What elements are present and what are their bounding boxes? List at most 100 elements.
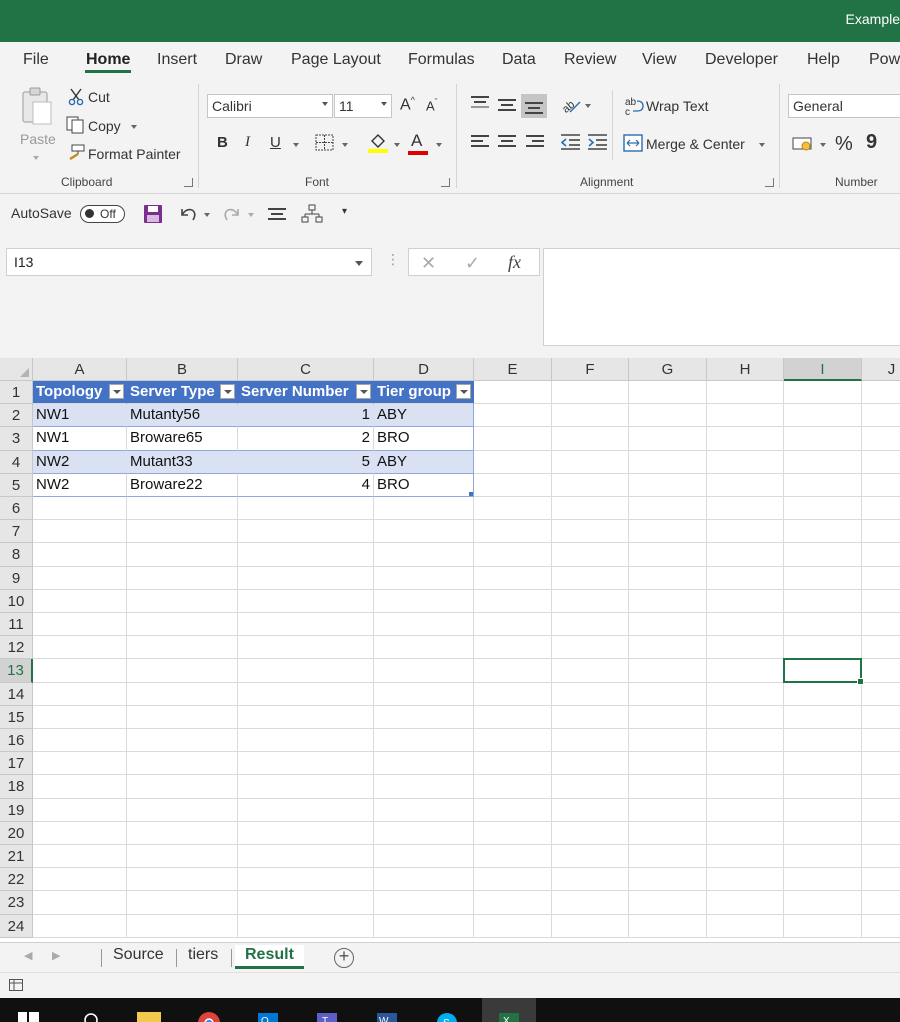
cell-g22[interactable] xyxy=(629,868,707,892)
underline-dropdown-icon[interactable] xyxy=(293,143,299,147)
cell-a21[interactable] xyxy=(33,845,127,869)
cell-d12[interactable] xyxy=(374,636,474,660)
comma-style-button[interactable]: 9 xyxy=(866,132,877,152)
cell-g16[interactable] xyxy=(629,729,707,753)
align-left-icon[interactable] xyxy=(471,135,489,149)
cell-i17[interactable] xyxy=(784,752,862,776)
cell-j23[interactable] xyxy=(862,891,900,915)
cell-e23[interactable] xyxy=(474,891,552,915)
cell-h3[interactable] xyxy=(707,427,784,451)
windows-start-icon[interactable] xyxy=(16,1010,42,1022)
cell-f10[interactable] xyxy=(552,589,629,613)
cell-e16[interactable] xyxy=(474,729,552,753)
cell-e9[interactable] xyxy=(474,566,552,590)
cell-g14[interactable] xyxy=(629,682,707,706)
cell-a6[interactable] xyxy=(33,497,127,521)
cell-d14[interactable] xyxy=(374,682,474,706)
column-header-a[interactable]: A xyxy=(33,358,127,381)
redo-icon[interactable] xyxy=(222,205,242,223)
cell-e24[interactable] xyxy=(474,914,552,938)
cell-i9[interactable] xyxy=(784,566,862,590)
cell-b13[interactable] xyxy=(127,659,238,683)
cell-i22[interactable] xyxy=(784,868,862,892)
cell-c23[interactable] xyxy=(238,891,374,915)
wrap-text-button[interactable]: Wrap Text xyxy=(646,98,709,114)
cell-b10[interactable] xyxy=(127,589,238,613)
table-cell[interactable]: Broware22 xyxy=(127,473,238,497)
cell-h14[interactable] xyxy=(707,682,784,706)
cell-i10[interactable] xyxy=(784,589,862,613)
tab-review[interactable]: Review xyxy=(564,51,616,69)
cell-c12[interactable] xyxy=(238,636,374,660)
cell-j24[interactable] xyxy=(862,915,900,938)
cell-f13[interactable] xyxy=(552,659,629,683)
cell-j3[interactable] xyxy=(862,427,900,451)
filter-dropdown-icon[interactable] xyxy=(356,384,371,399)
cell-j16[interactable] xyxy=(862,729,900,753)
cell-i6[interactable] xyxy=(784,497,862,521)
number-format-dropdown[interactable]: General xyxy=(788,94,900,118)
accounting-format-icon[interactable] xyxy=(792,135,814,153)
cell-a18[interactable] xyxy=(33,775,127,799)
cell-b22[interactable] xyxy=(127,868,238,892)
cell-e19[interactable] xyxy=(474,798,552,822)
cell-h16[interactable] xyxy=(707,729,784,753)
cell-g10[interactable] xyxy=(629,589,707,613)
borders-icon[interactable] xyxy=(315,134,335,152)
cell-b24[interactable] xyxy=(127,914,238,938)
cell-a8[interactable] xyxy=(33,543,127,567)
cell-c18[interactable] xyxy=(238,775,374,799)
accounting-dropdown-icon[interactable] xyxy=(820,143,826,147)
customize-toolbar-icon[interactable]: ▾ xyxy=(342,207,347,217)
cell-g15[interactable] xyxy=(629,705,707,729)
cell-f12[interactable] xyxy=(552,636,629,660)
cell-h11[interactable] xyxy=(707,613,784,637)
row-header-18[interactable]: 18 xyxy=(0,775,33,799)
cell-f9[interactable] xyxy=(552,566,629,590)
cell-d24[interactable] xyxy=(374,914,474,938)
name-box[interactable]: I13 xyxy=(6,248,372,276)
cell-j4[interactable] xyxy=(862,451,900,474)
row-header-11[interactable]: 11 xyxy=(0,613,33,637)
cell-i14[interactable] xyxy=(784,682,862,706)
grow-font-button[interactable]: A^ xyxy=(400,96,415,113)
cell-i4[interactable] xyxy=(784,450,862,474)
bottom-align-button[interactable] xyxy=(521,94,547,118)
cell-g20[interactable] xyxy=(629,821,707,845)
cell-j14[interactable] xyxy=(862,683,900,706)
orientation-icon[interactable]: ab xyxy=(560,95,582,115)
filter-dropdown-icon[interactable] xyxy=(109,384,124,399)
cell-e11[interactable] xyxy=(474,613,552,637)
cell-b21[interactable] xyxy=(127,845,238,869)
cell-h24[interactable] xyxy=(707,914,784,938)
cell-b8[interactable] xyxy=(127,543,238,567)
cell-j1[interactable] xyxy=(862,381,900,405)
cell-g21[interactable] xyxy=(629,845,707,869)
cell-g19[interactable] xyxy=(629,798,707,822)
cell-j15[interactable] xyxy=(862,706,900,729)
cell-j12[interactable] xyxy=(862,636,900,660)
cell-j20[interactable] xyxy=(862,822,900,845)
font-launcher-icon[interactable] xyxy=(441,178,450,187)
cell-e15[interactable] xyxy=(474,705,552,729)
cell-j5[interactable] xyxy=(862,474,900,497)
cell-h13[interactable] xyxy=(707,659,784,683)
sheet-tab-tiers[interactable]: tiers xyxy=(188,945,218,969)
cell-j19[interactable] xyxy=(862,799,900,822)
row-header-14[interactable]: 14 xyxy=(0,682,33,706)
copy-button[interactable]: Copy xyxy=(88,118,121,134)
cell-e14[interactable] xyxy=(474,682,552,706)
tab-view[interactable]: View xyxy=(642,51,676,69)
cell-e6[interactable] xyxy=(474,497,552,521)
cell-i23[interactable] xyxy=(784,891,862,915)
cell-h21[interactable] xyxy=(707,845,784,869)
top-align-icon[interactable] xyxy=(471,96,489,110)
cell-g5[interactable] xyxy=(629,473,707,497)
cancel-icon[interactable]: ✕ xyxy=(421,254,436,272)
cell-b19[interactable] xyxy=(127,798,238,822)
cell-e13[interactable] xyxy=(474,659,552,683)
select-all-button[interactable] xyxy=(0,358,33,381)
cell-g17[interactable] xyxy=(629,752,707,776)
cell-h23[interactable] xyxy=(707,891,784,915)
borders-dropdown-icon[interactable] xyxy=(342,143,348,147)
